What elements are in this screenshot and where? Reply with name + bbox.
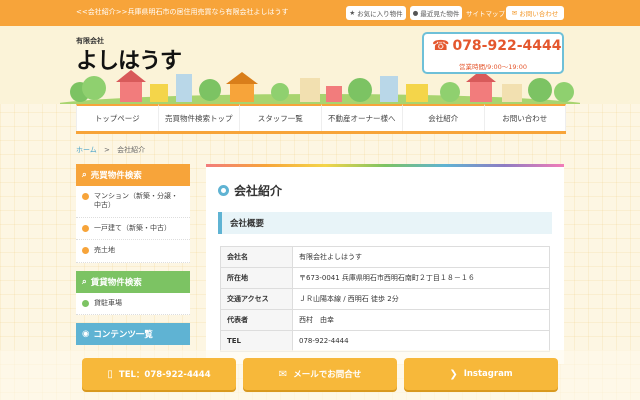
rent-search-heading: ⌕ 賃貸物件検索	[76, 270, 190, 293]
table-value: 〒673-0041 兵庫県明石市西明石南町２丁目１８－１６	[292, 267, 550, 289]
table-key: TEL	[220, 330, 293, 352]
breadcrumb-separator: >	[104, 146, 110, 154]
table-value: 078-922-4444	[292, 330, 550, 352]
sale-search-heading: ⌕ 売買物件検索	[76, 164, 190, 186]
sidebar: ⌕ 売買物件検索 マンション（新築・分譲・中古） 一戸建て（新築・中古） 売土地…	[76, 164, 190, 353]
table-value: 有限会社よしはうす	[292, 246, 550, 268]
sidebar-item-label: 貸駐車場	[94, 298, 122, 307]
nav-owners[interactable]: 不動産オーナー様へ	[321, 104, 403, 131]
company-info-table: 会社名 有限会社よしはうす 所在地 〒673-0041 兵庫県明石市西明石南町２…	[220, 246, 550, 352]
breadcrumb-current: 会社紹介	[117, 146, 146, 154]
ring-icon	[218, 185, 229, 196]
nav-top[interactable]: トップページ	[76, 104, 159, 131]
table-key: 会社名	[220, 246, 293, 268]
page-title-text: 会社紹介	[234, 184, 283, 198]
rent-search-box: ⌕ 賃貸物件検索 貸駐車場	[76, 270, 190, 316]
sale-search-title: 売買物件検索	[90, 171, 142, 181]
nav-contact[interactable]: お問い合わせ	[484, 104, 566, 131]
breadcrumb-home[interactable]: ホーム	[76, 146, 97, 154]
table-row: 代表者 西村 由幸	[220, 309, 550, 331]
table-row: TEL 078-922-4444	[220, 330, 550, 352]
instagram-label: Instagram	[463, 369, 513, 379]
table-row: 会社名 有限会社よしはうす	[220, 246, 550, 268]
nav-staff[interactable]: スタッフ一覧	[240, 104, 322, 131]
clock-icon: ●	[412, 9, 419, 17]
chevron-right-icon: ❯	[449, 368, 458, 380]
sidebar-item-house[interactable]: 一戸建て（新築・中古）	[76, 218, 190, 241]
sidebar-item-label: マンション（新築・分譲・中古）	[94, 192, 178, 210]
table-key: 所在地	[220, 267, 293, 289]
star-icon: ★	[349, 9, 356, 17]
table-key: 代表者	[220, 309, 293, 331]
recent-label: 最近見た物件	[420, 10, 460, 18]
phone-icon: ▯	[107, 368, 113, 380]
sidebar-item-label: 売土地	[94, 246, 115, 255]
favorites-button[interactable]: ★ お気に入り物件	[346, 6, 406, 20]
list-icon: ◉	[82, 329, 90, 340]
bullet-icon	[82, 193, 89, 200]
sale-search-box: ⌕ 売買物件検索 マンション（新築・分譲・中古） 一戸建て（新築・中古） 売土地	[76, 164, 190, 263]
breadcrumb: ホーム > 会社紹介	[76, 145, 145, 155]
instagram-button[interactable]: ❯ Instagram	[404, 358, 558, 390]
sidebar-item-parking[interactable]: 貸駐車場	[76, 293, 190, 316]
tel-label: TEL：078-922-4444	[118, 370, 211, 380]
contents-box: ◉ コンテンツ一覧	[76, 323, 190, 346]
favorites-label: お気に入り物件	[357, 10, 403, 18]
contents-title: コンテンツ一覧	[93, 330, 153, 341]
rent-search-title: 賃貸物件検索	[90, 277, 142, 288]
top-strip: <<会社紹介>>兵庫県明石市の居住用売買なら有限会社よしはうす ★ お気に入り物…	[0, 0, 640, 26]
contents-heading: ◉ コンテンツ一覧	[76, 323, 190, 346]
bottom-action-bar: ▯ TEL：078-922-4444 ✉ メールでお問合せ ❯ Instagra…	[0, 350, 640, 400]
inquiry-button[interactable]: ✉ お問い合わせ	[506, 6, 564, 20]
recent-button[interactable]: ● 最近見た物件	[410, 6, 462, 20]
page-title: 会社紹介	[218, 182, 282, 199]
nav-company[interactable]: 会社紹介	[403, 104, 485, 131]
rainbow-divider	[206, 164, 564, 167]
search-icon: ⌕	[82, 170, 87, 180]
business-hours: 営業時間/9:00～19:00	[458, 63, 528, 71]
sidebar-item-mansion[interactable]: マンション（新築・分譲・中古）	[76, 186, 190, 218]
table-value: 西村 由幸	[292, 309, 550, 331]
table-value: ＪＲ山陽本線 / 西明石 徒歩 2分	[292, 288, 550, 310]
sidebar-item-label: 一戸建て（新築・中古）	[94, 223, 171, 232]
mail-button[interactable]: ✉ メールでお問合せ	[243, 358, 397, 390]
section-heading: 会社概要	[218, 212, 552, 234]
phone-number-text: 078-922-4444	[452, 38, 562, 54]
table-row: 所在地 〒673-0041 兵庫県明石市西明石南町２丁目１８－１６	[220, 267, 550, 289]
bullet-icon	[82, 299, 89, 307]
phone-number: ☎ 078-922-4444	[432, 38, 562, 54]
global-nav: トップページ 売買物件検索トップ スタッフ一覧 不動産オーナー様へ 会社紹介 お…	[76, 104, 566, 134]
bullet-icon	[82, 224, 89, 232]
sidebar-item-land[interactable]: 売土地	[76, 240, 190, 263]
table-key: 交通アクセス	[220, 288, 293, 310]
table-row: 交通アクセス ＪＲ山陽本線 / 西明石 徒歩 2分	[220, 288, 550, 310]
mail-icon: ✉	[511, 9, 518, 17]
sitemap-link[interactable]: サイトマップ	[466, 8, 505, 18]
main-content: 会社紹介 会社概要 会社名 有限会社よしはうす 所在地 〒673-0041 兵庫…	[206, 164, 564, 364]
tel-button[interactable]: ▯ TEL：078-922-4444	[82, 358, 236, 390]
phone-icon: ☎	[432, 38, 450, 54]
search-icon: ⌕	[82, 276, 87, 287]
header: 有限会社 よしはうす ☎ 078-922-4444 営業時間/9:00～19:0…	[0, 26, 640, 104]
nav-sale-search[interactable]: 売買物件検索トップ	[158, 104, 240, 131]
mail-icon: ✉	[278, 368, 288, 380]
bullet-icon	[82, 247, 89, 255]
inquiry-label: お問い合わせ	[519, 10, 559, 18]
mail-label: メールでお問合せ	[293, 370, 362, 380]
phone-box[interactable]: ☎ 078-922-4444 営業時間/9:00～19:00	[422, 32, 564, 74]
site-tagline: <<会社紹介>>兵庫県明石市の居住用売買なら有限会社よしはうす	[76, 8, 289, 16]
